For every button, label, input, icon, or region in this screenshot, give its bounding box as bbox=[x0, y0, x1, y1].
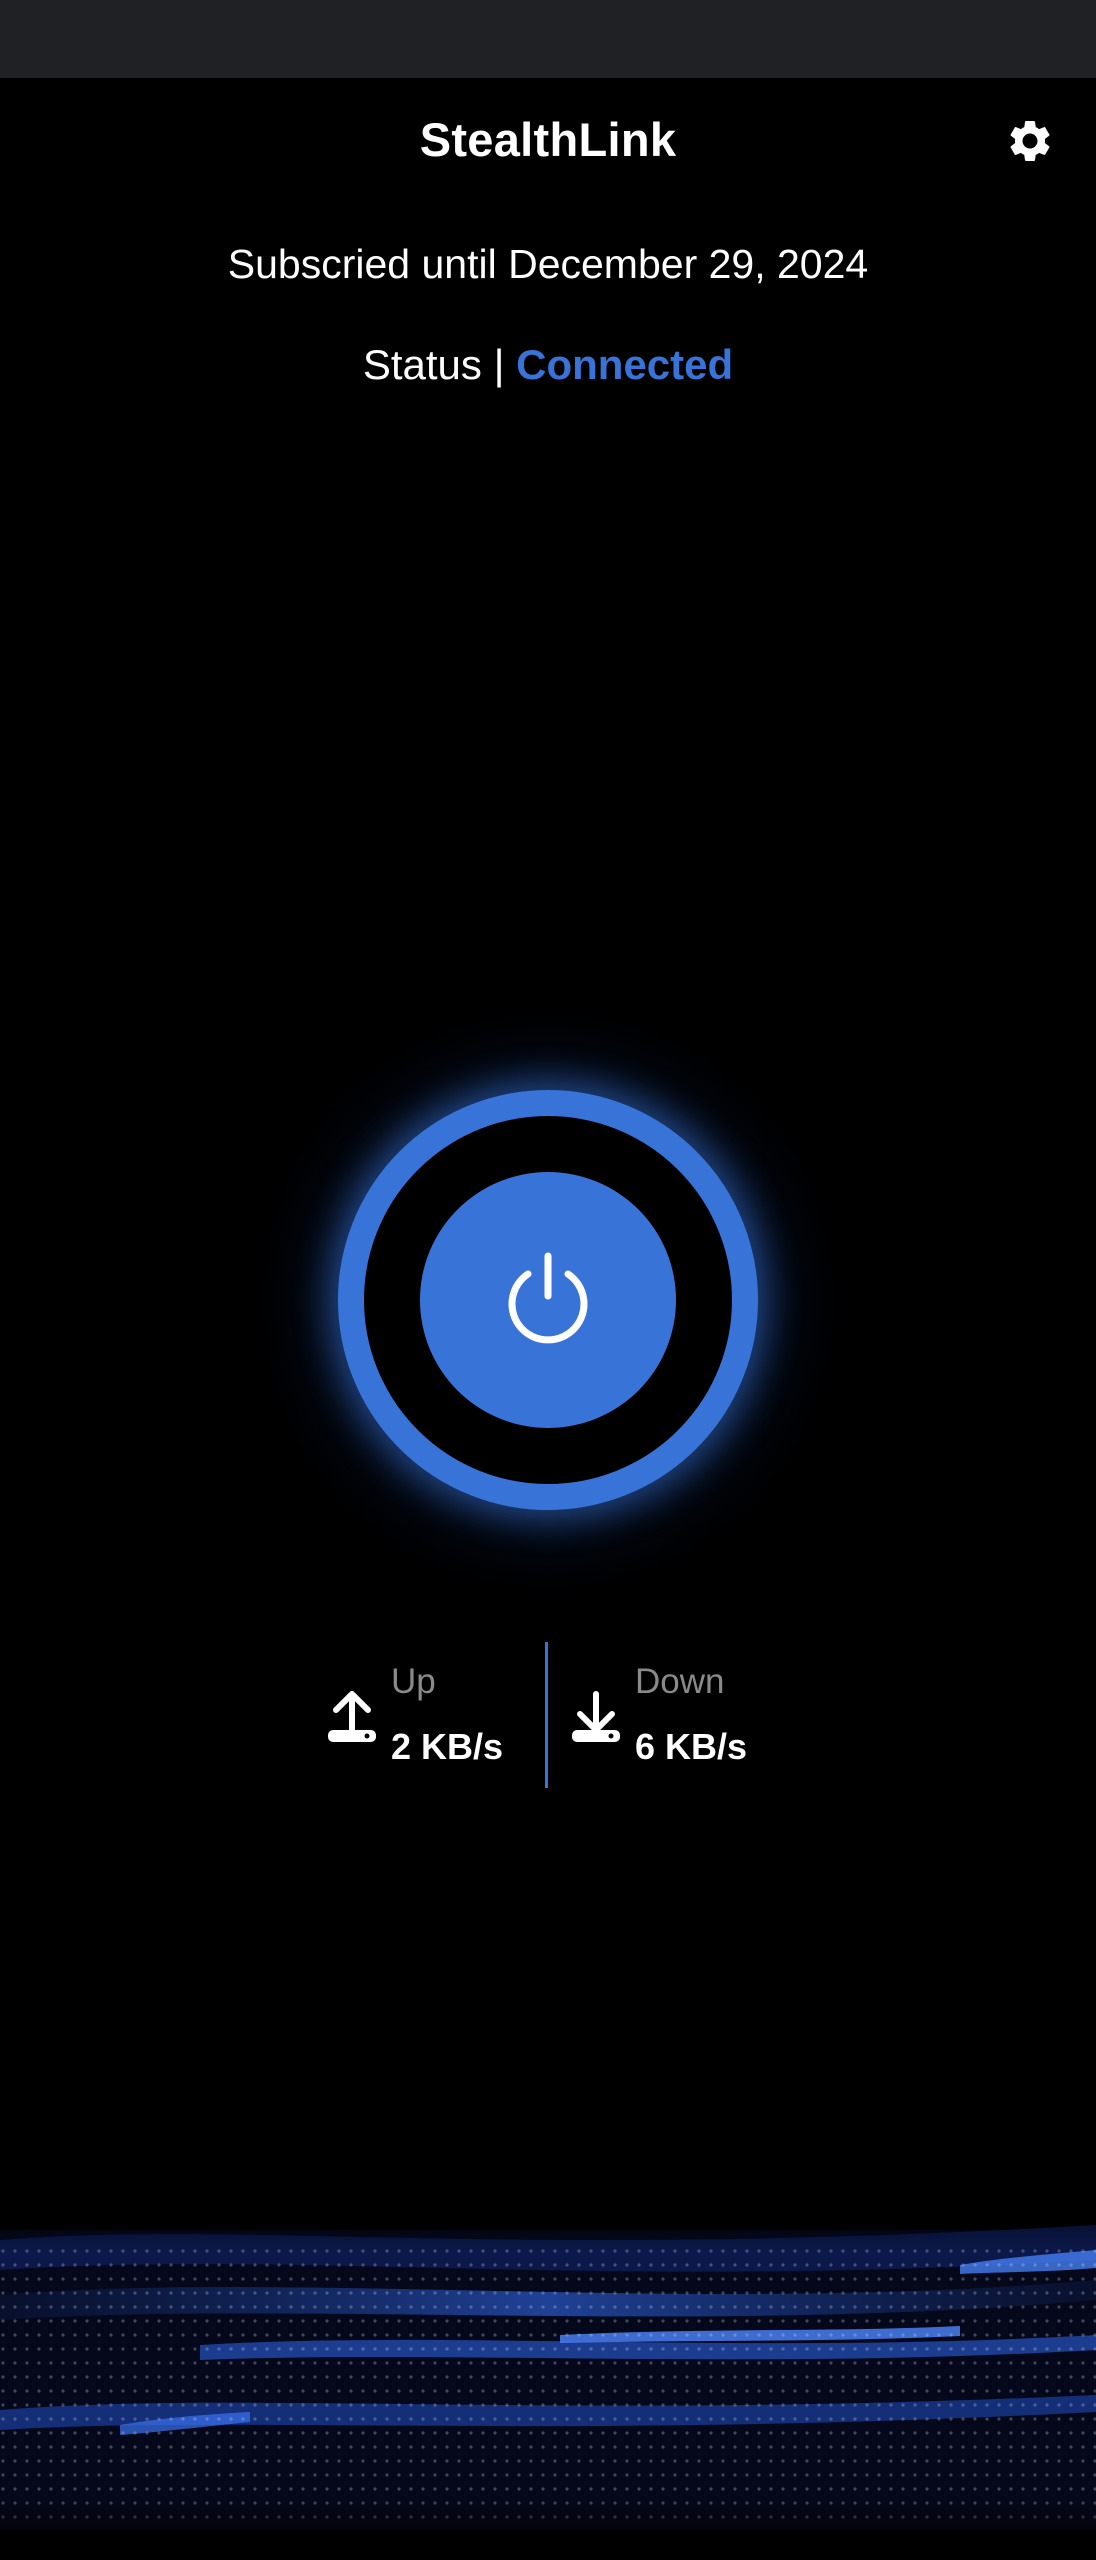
power-icon bbox=[508, 1252, 588, 1344]
traffic-stats: Up 2 KB/s Down 6 KB/s bbox=[0, 1640, 1096, 1790]
down-value: 6 KB/s bbox=[635, 1726, 748, 1767]
down-label: Down bbox=[635, 1662, 725, 1701]
power-button[interactable] bbox=[420, 1172, 676, 1428]
background-wave-graphic bbox=[0, 2150, 1096, 2560]
upload-icon bbox=[328, 1691, 376, 1742]
subscription-info: Subscried until December 29, 2024 bbox=[227, 241, 869, 287]
stats-divider bbox=[545, 1642, 548, 1788]
app-screen: StealthLink Subscried until December 29,… bbox=[0, 0, 1096, 2560]
up-value: 2 KB/s bbox=[391, 1726, 504, 1767]
power-control bbox=[338, 1090, 758, 1510]
download-icon bbox=[572, 1691, 620, 1742]
status-label: Status | bbox=[362, 341, 505, 388]
system-status-bar bbox=[0, 0, 1096, 78]
settings-button[interactable] bbox=[1002, 113, 1058, 169]
status-value: Connected bbox=[516, 341, 734, 388]
up-label: Up bbox=[391, 1662, 436, 1701]
connection-status: Status | Connected bbox=[0, 341, 1096, 389]
gear-icon bbox=[1010, 120, 1050, 161]
app-title: StealthLink bbox=[419, 113, 677, 166]
